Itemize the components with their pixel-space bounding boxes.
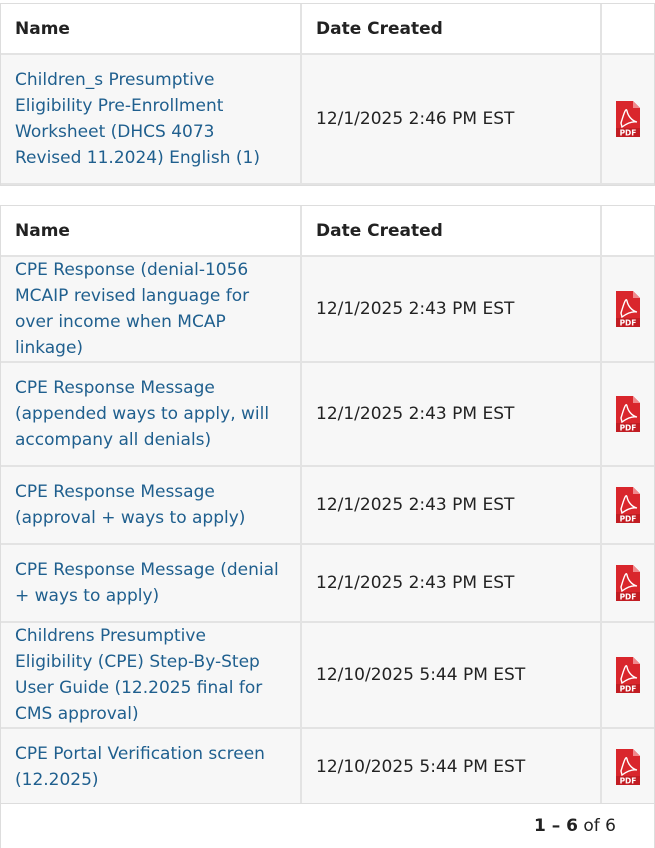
file-type-cell: PDF [601,466,654,545]
pagination-status: 1 – 6 of 6 [0,803,655,848]
date-created-cell: 12/1/2025 2:43 PM EST [301,544,602,623]
svg-text:PDF: PDF [620,593,637,602]
documents-table-1: Name Date Created Children_s Presumptive… [0,3,655,186]
document-link[interactable]: CPE Response Message (denial + ways to a… [15,560,279,606]
pdf-file-icon[interactable]: PDF [614,396,642,433]
documents-table-2: Name Date Created CPE Response (denial-1… [0,205,655,808]
document-link[interactable]: CPE Response (denial-1056 MCAIP revised … [15,260,249,358]
file-type-cell: PDF [601,728,654,807]
column-header-name[interactable]: Name [1,206,302,257]
column-header-date-created[interactable]: Date Created [301,4,602,55]
svg-text:PDF: PDF [620,319,637,328]
svg-text:PDF: PDF [620,515,637,524]
date-created-cell: 12/1/2025 2:43 PM EST [301,466,602,545]
file-type-cell: PDF [601,544,654,623]
table-row: CPE Response Message (denial + ways to a… [1,544,654,623]
pdf-file-icon[interactable]: PDF [614,657,642,694]
pdf-file-icon[interactable]: PDF [614,291,642,328]
column-header-date-created[interactable]: Date Created [301,206,602,257]
svg-text:PDF: PDF [620,424,637,433]
document-link[interactable]: Childrens Presumptive Eligibility (CPE) … [15,626,262,724]
pdf-file-icon[interactable]: PDF [614,101,642,138]
file-type-cell: PDF [601,54,654,185]
file-type-cell: PDF [601,362,654,467]
document-name-cell: CPE Response Message (appended ways to a… [1,362,302,467]
table-header-row: Name Date Created [1,206,654,257]
table-row: CPE Response Message (approval + ways to… [1,466,654,545]
table-header-row: Name Date Created [1,4,654,55]
table-row: CPE Response (denial-1056 MCAIP revised … [1,256,654,363]
pdf-file-icon[interactable]: PDF [614,487,642,524]
svg-text:PDF: PDF [620,777,637,786]
file-type-cell: PDF [601,622,654,729]
document-name-cell: Childrens Presumptive Eligibility (CPE) … [1,622,302,729]
pagination-total: of 6 [583,816,616,836]
file-type-cell: PDF [601,256,654,363]
table-row: CPE Response Message (appended ways to a… [1,362,654,467]
column-header-icon [601,206,654,257]
table-row: CPE Portal Verification screen (12.2025)… [1,728,654,807]
pagination-range: 1 – 6 [533,816,578,836]
column-header-name[interactable]: Name [1,4,302,55]
document-name-cell: Children_s Presumptive Eligibility Pre-E… [1,54,302,185]
document-link[interactable]: CPE Response Message (appended ways to a… [15,378,269,450]
pdf-file-icon[interactable]: PDF [614,749,642,786]
column-header-icon [601,4,654,55]
document-name-cell: CPE Response (denial-1056 MCAIP revised … [1,256,302,363]
document-name-cell: CPE Response Message (approval + ways to… [1,466,302,545]
date-created-cell: 12/1/2025 2:43 PM EST [301,256,602,363]
date-created-cell: 12/10/2025 5:44 PM EST [301,622,602,729]
document-link[interactable]: CPE Portal Verification screen (12.2025) [15,744,265,790]
table-row: Childrens Presumptive Eligibility (CPE) … [1,622,654,729]
date-created-cell: 12/1/2025 2:43 PM EST [301,362,602,467]
svg-text:PDF: PDF [620,685,637,694]
document-link[interactable]: Children_s Presumptive Eligibility Pre-E… [15,70,260,168]
table-body: Children_s Presumptive Eligibility Pre-E… [1,54,654,185]
svg-text:PDF: PDF [620,129,637,138]
document-name-cell: CPE Portal Verification screen (12.2025) [1,728,302,807]
document-link[interactable]: CPE Response Message (approval + ways to… [15,482,245,528]
document-name-cell: CPE Response Message (denial + ways to a… [1,544,302,623]
pdf-file-icon[interactable]: PDF [614,565,642,602]
date-created-cell: 12/1/2025 2:46 PM EST [301,54,602,185]
table-row: Children_s Presumptive Eligibility Pre-E… [1,54,654,185]
table-body: CPE Response (denial-1056 MCAIP revised … [1,256,654,807]
date-created-cell: 12/10/2025 5:44 PM EST [301,728,602,807]
